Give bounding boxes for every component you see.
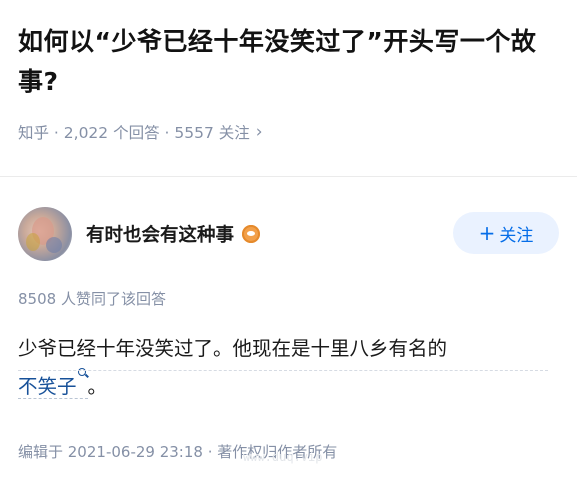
answer-content: 少爷已经十年没笑过了。他现在是十里八乡有名的 不笑子。 — [18, 330, 563, 406]
answer-text-end: 。 — [87, 375, 108, 398]
badge-icon — [242, 225, 261, 243]
chevron-right-icon: › — [255, 122, 263, 142]
follow-button-label: 关注 — [499, 225, 534, 246]
author-name-text: 有时也会有这种事 — [86, 225, 235, 246]
author-row: 有时也会有这种事 + 关注 — [18, 207, 559, 263]
follow-button[interactable]: + 关注 — [453, 212, 559, 254]
plus-icon: + — [478, 221, 496, 245]
answer-text-line: 少爷已经十年没笑过了。他现在是十里八乡有名的 — [18, 337, 448, 360]
keyword-link-text: 不笑子 — [18, 375, 77, 398]
question-meta-text: 知乎 · 2,022 个回答 · 5557 关注 — [18, 124, 250, 142]
upvote-count: 8508 人赞同了该回答 — [18, 290, 166, 308]
question-title[interactable]: 如何以“少爷已经十年没笑过了”开头写一个故事? — [18, 22, 563, 102]
search-icon — [77, 367, 88, 386]
question-meta[interactable]: 知乎 · 2,022 个回答 · 5557 关注 › — [18, 121, 263, 143]
answer-text-line-2: 不笑子。 — [18, 367, 563, 406]
line-separator — [18, 370, 548, 371]
author-name[interactable]: 有时也会有这种事 — [86, 221, 261, 247]
answer-page: 如何以“少爷已经十年没笑过了”开头写一个故事? 知乎 · 2,022 个回答 ·… — [0, 0, 577, 483]
keyword-link[interactable]: 不笑子 — [18, 367, 88, 399]
avatar[interactable] — [18, 207, 72, 261]
divider — [0, 176, 577, 177]
watermark: www.duq.vip — [243, 450, 323, 464]
